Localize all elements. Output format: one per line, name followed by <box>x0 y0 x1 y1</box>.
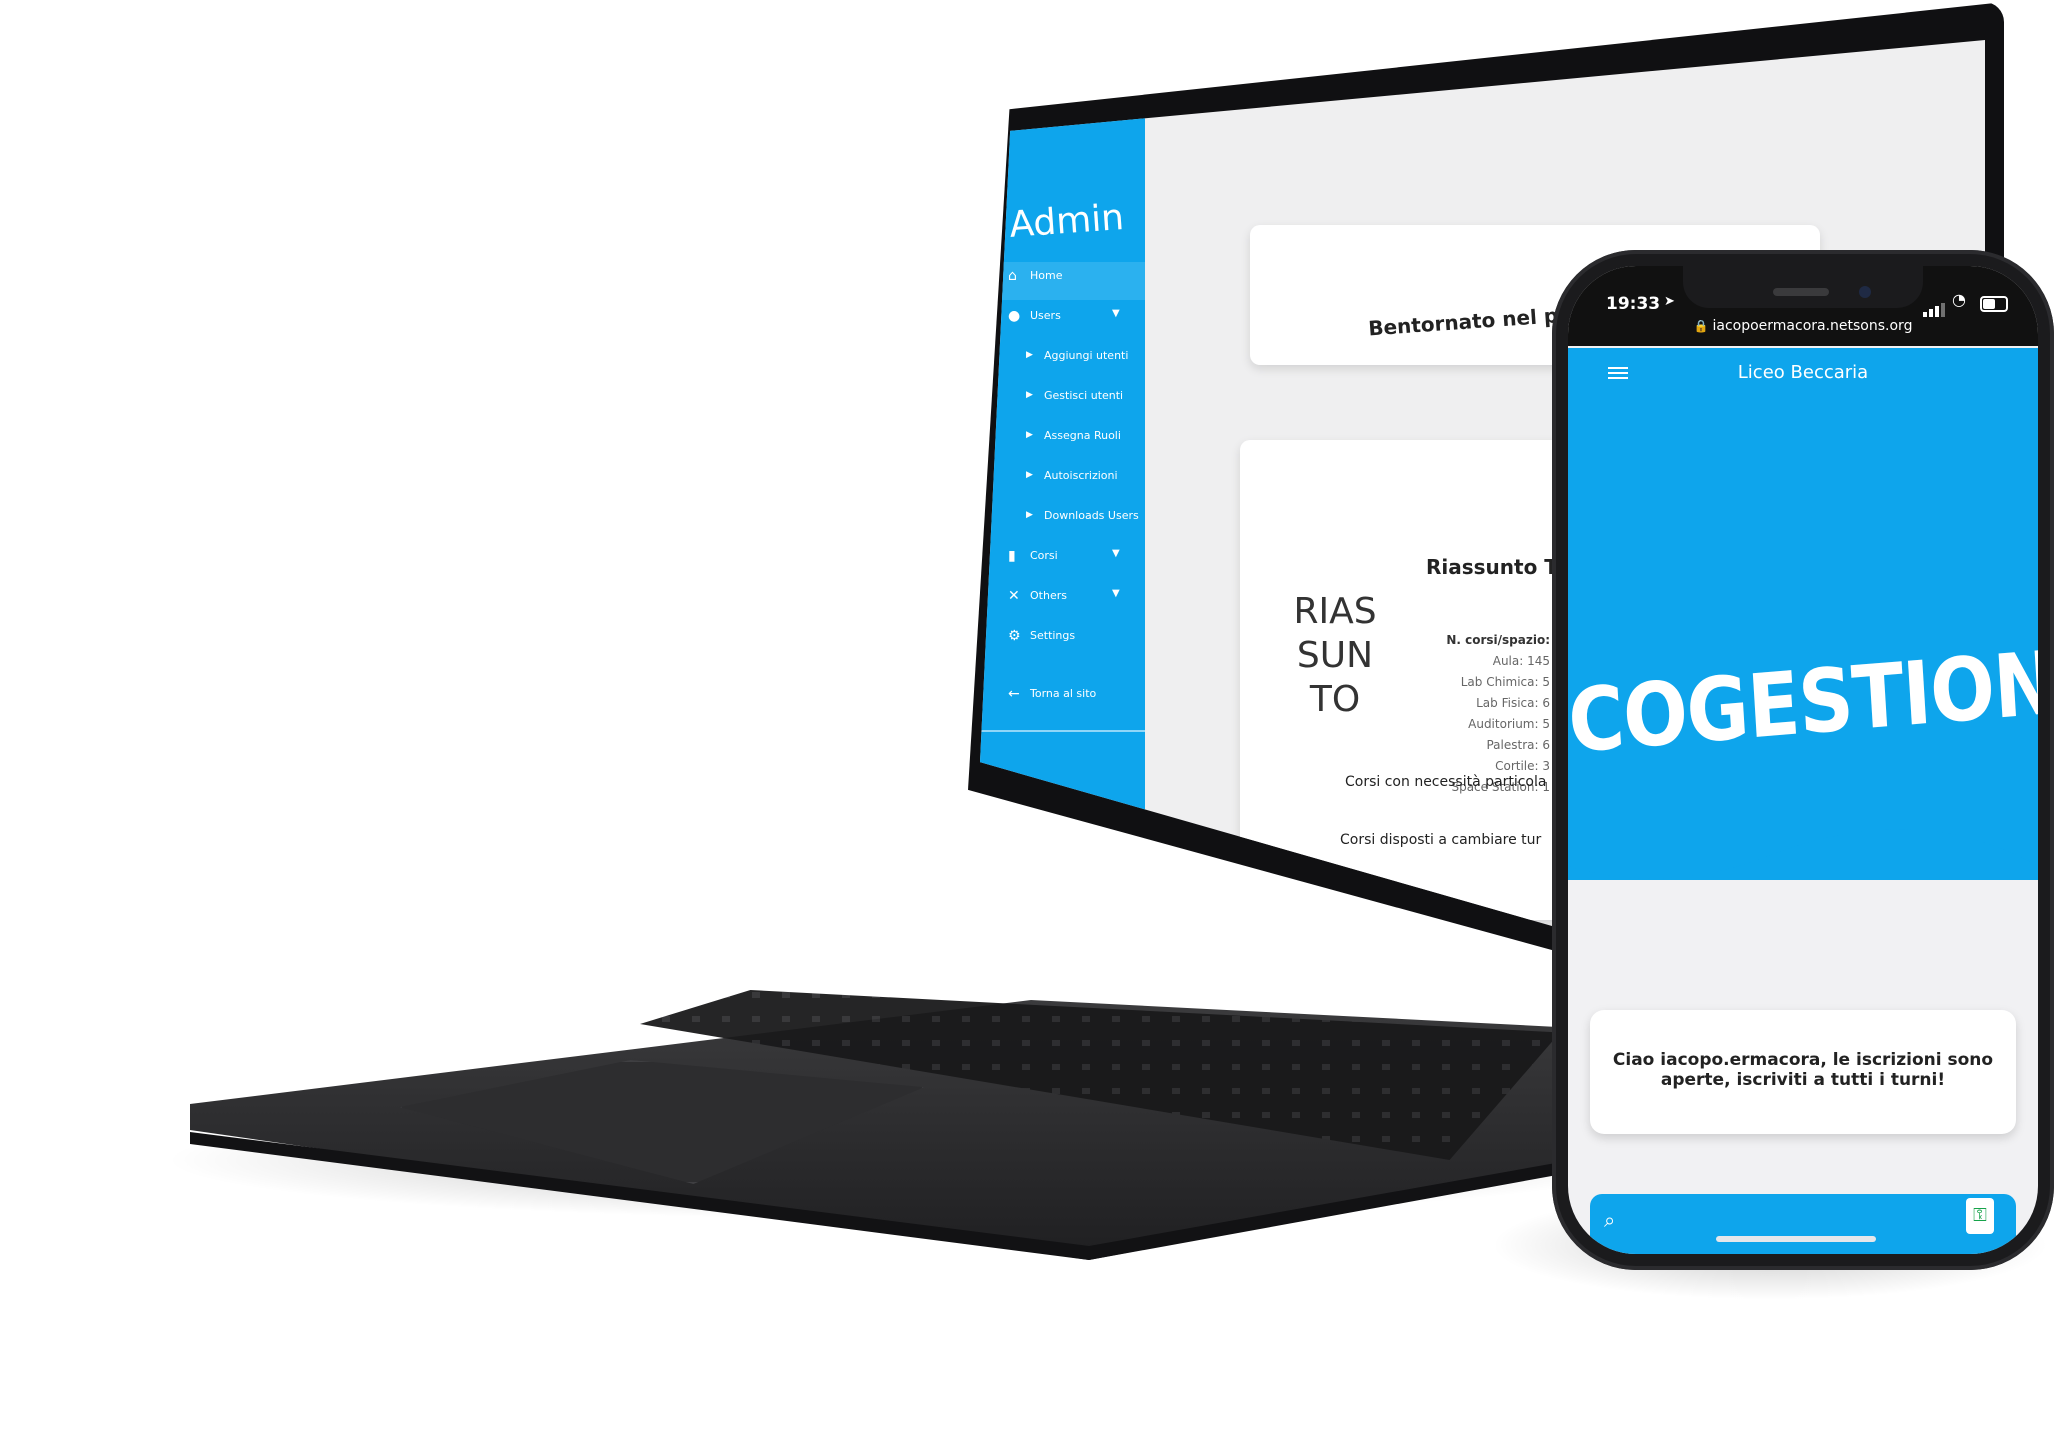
summary-logo: RIAS SUN TO <box>1290 590 1380 722</box>
app-title: Liceo Beccaria <box>1737 362 1869 383</box>
caret-right-icon: ▶ <box>1026 430 1033 440</box>
stat-row: Lab Fisica: 6 <box>1476 696 1550 710</box>
front-camera <box>1859 286 1871 298</box>
lock-icon: 🔒 <box>1693 319 1709 333</box>
book-icon: ▮ <box>1008 548 1016 564</box>
sidebar-item-assegna-ruoli[interactable]: ▶ Assegna Ruoli <box>980 422 1145 454</box>
tools-icon: ✕ <box>1008 588 1020 604</box>
battery-icon <box>1980 296 2008 312</box>
chevron-down-icon: ▼ <box>1112 308 1120 319</box>
sidebar-item-downloads-users[interactable]: ▶ Downloads Users <box>980 502 1145 534</box>
search-icon: ⌕ <box>1604 1208 1616 1232</box>
admin-title: Admin <box>1008 196 1126 246</box>
app-header: Liceo Beccaria <box>1568 348 2038 400</box>
sidebar-item-label: Autoiscrizioni <box>1044 469 1118 482</box>
sidebar-item-label: Settings <box>1030 629 1076 642</box>
hero-banner: COGESTIONE <box>1568 400 2038 880</box>
chevron-down-icon: ▼ <box>1112 588 1120 599</box>
sidebar-item-home[interactable]: ⌂ Home <box>980 262 1145 294</box>
summary-logo-line: RIAS <box>1293 591 1377 632</box>
sidebar-item-aggiungi-utenti[interactable]: ▶ Aggiungi utenti <box>980 342 1145 374</box>
sidebar-item-label: Downloads Users <box>1044 509 1139 522</box>
shift-change-courses: Corsi disposti a cambiare tur <box>1340 832 1542 848</box>
caret-right-icon: ▶ <box>1026 470 1033 480</box>
search-bar[interactable]: ⌕ ⚿ <box>1590 1194 2016 1254</box>
key-icon[interactable]: ⚿ <box>1966 1198 1994 1234</box>
sidebar-item-label: Aggiungi utenti <box>1044 349 1129 362</box>
sidebar-item-label: Users <box>1030 309 1061 322</box>
summary-title: Riassunto To <box>1426 555 1570 579</box>
special-needs-courses: Corsi con necessità particola <box>1345 774 1547 790</box>
speaker-grille <box>1773 288 1829 296</box>
sidebar-divider <box>980 730 1145 732</box>
sidebar-item-others[interactable]: ✕ Others ▼ <box>980 582 1145 614</box>
stats-heading: N. corsi/spazio: <box>1446 633 1550 647</box>
phone-screen: 19:33 ➤ ◔ 🔒 iacopoermacora.netsons.org Li… <box>1568 266 2038 1254</box>
location-arrow-icon: ➤ <box>1664 294 1675 309</box>
summary-logo-line: TO <box>1309 679 1361 720</box>
sidebar-item-users[interactable]: ● Users ▼ <box>980 302 1145 334</box>
phone-notch <box>1683 266 1923 308</box>
caret-right-icon: ▶ <box>1026 510 1033 520</box>
status-bar: 19:33 ➤ ◔ 🔒 iacopoermacora.netsons.org <box>1568 266 2038 346</box>
sidebar-item-label: Home <box>1030 269 1063 282</box>
url-text: iacopoermacora.netsons.org <box>1712 318 1913 334</box>
wifi-icon: ◔ <box>1952 290 1966 309</box>
sidebar-item-autoiscrizioni[interactable]: ▶ Autoiscrizioni <box>980 462 1145 494</box>
address-bar[interactable]: 🔒 iacopoermacora.netsons.org <box>1568 318 2038 348</box>
signal-icon <box>1923 298 1947 317</box>
sidebar-item-settings[interactable]: ⚙ Settings <box>980 622 1145 654</box>
greeting-text: Ciao iacopo.ermacora, le iscrizioni sono… <box>1612 1050 1994 1090</box>
courses-per-space-list: N. corsi/spazio: Aula: 145 Lab Chimica: … <box>1440 630 1550 798</box>
caret-right-icon: ▶ <box>1026 350 1033 360</box>
stat-row: Palestra: 6 <box>1486 738 1550 752</box>
stat-row: Lab Chimica: 5 <box>1460 675 1550 689</box>
sidebar-item-label: Assegna Ruoli <box>1044 429 1121 442</box>
home-indicator[interactable] <box>1716 1236 1876 1242</box>
sidebar-item-label: Torna al sito <box>1030 687 1097 700</box>
phone-frame: 19:33 ➤ ◔ 🔒 iacopoermacora.netsons.org Li… <box>1552 250 2054 1270</box>
gear-icon: ⚙ <box>1008 628 1021 644</box>
stat-row: Aula: 145 <box>1492 654 1550 668</box>
user-icon: ● <box>1008 308 1021 324</box>
sidebar-item-torna-al-sito[interactable]: ← Torna al sito <box>980 680 1145 712</box>
sidebar-item-label: Gestisci utenti <box>1044 389 1124 402</box>
greeting-card: Ciao iacopo.ermacora, le iscrizioni sono… <box>1590 1010 2016 1134</box>
status-time: 19:33 <box>1606 294 1661 314</box>
hero-wave <box>1568 826 2038 879</box>
hero-title: COGESTIONE <box>1568 627 2038 773</box>
arrow-left-icon: ← <box>1008 686 1020 702</box>
sidebar-item-gestisci-utenti[interactable]: ▶ Gestisci utenti <box>980 382 1145 414</box>
sidebar-item-label: Corsi <box>1030 549 1058 562</box>
sidebar-item-label: Others <box>1030 589 1067 602</box>
stat-row: Auditorium: 5 <box>1468 717 1550 731</box>
home-icon: ⌂ <box>1008 268 1017 284</box>
caret-right-icon: ▶ <box>1026 390 1033 400</box>
chevron-down-icon: ▼ <box>1112 548 1120 559</box>
sidebar-item-corsi[interactable]: ▮ Corsi ▼ <box>980 542 1145 574</box>
summary-logo-line: SUN <box>1296 635 1374 676</box>
